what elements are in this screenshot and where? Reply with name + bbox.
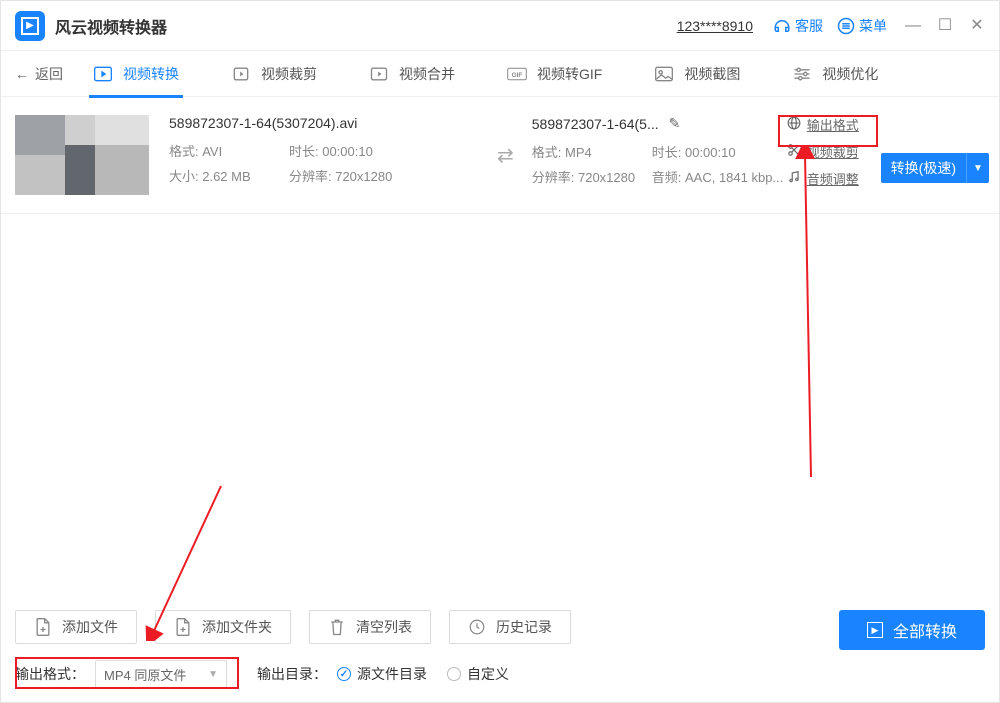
sliders-icon <box>792 65 812 83</box>
src-resolution: 分辨率: 720x1280 <box>289 166 392 185</box>
src-duration: 时长: 00:00:10 <box>289 141 373 160</box>
app-logo: ▶ <box>15 11 45 41</box>
dst-format: 格式: MP4 <box>532 142 652 161</box>
clear-list-button[interactable]: 清空列表 <box>309 610 431 644</box>
tabs-bar: ← 返回 视频转换 视频裁剪 视频合并 GIF 视频转GIF 视频截图 <box>1 51 999 97</box>
crop-link[interactable]: 视频裁剪 <box>787 142 887 161</box>
output-settings: 输出格式： MP4 同原文件 ▼ 输出目录： 源文件目录 自定义 <box>15 660 985 688</box>
out-dir-label: 输出目录： <box>257 664 327 684</box>
menu-label: 菜单 <box>859 16 887 36</box>
target-info: 589872307-1-64(5... ✎ 格式: MP4 时长: 00:00:… <box>532 115 787 192</box>
chevron-down-icon[interactable]: ▼ <box>967 163 989 174</box>
file-plus-icon <box>34 617 52 637</box>
folder-plus-icon <box>174 617 192 637</box>
headset-icon <box>773 17 791 35</box>
phone-number[interactable]: 123****8910 <box>677 18 753 34</box>
minimize-button[interactable]: — <box>905 18 921 34</box>
source-info: 589872307-1-64(5307204).avi 格式: AVI 时长: … <box>169 115 479 191</box>
src-format: 格式: AVI <box>169 141 289 160</box>
crop-icon <box>231 65 251 83</box>
history-label: 历史记录 <box>496 617 552 637</box>
history-button[interactable]: 历史记录 <box>449 610 571 644</box>
source-filename: 589872307-1-64(5307204).avi <box>169 115 479 131</box>
radio-custom-dir[interactable]: 自定义 <box>447 664 509 684</box>
back-button[interactable]: ← 返回 <box>15 64 63 84</box>
menu-icon <box>837 17 855 35</box>
out-format-select[interactable]: MP4 同原文件 ▼ <box>95 660 227 688</box>
trash-icon <box>328 617 346 637</box>
close-button[interactable]: ✕ <box>969 18 985 34</box>
tab-convert[interactable]: 视频转换 <box>93 51 179 97</box>
scissors-icon <box>787 143 801 160</box>
dst-duration: 时长: 00:00:10 <box>652 142 736 161</box>
merge-icon <box>369 65 389 83</box>
tab-label: 视频转GIF <box>537 64 602 84</box>
music-icon <box>787 170 801 187</box>
src-size: 大小: 2.62 MB <box>169 166 289 185</box>
tab-label: 视频裁剪 <box>261 64 317 84</box>
output-format-link[interactable]: 输出格式 <box>787 115 887 134</box>
audio-label: 音频调整 <box>807 169 859 188</box>
chevron-down-icon: ▼ <box>208 669 218 680</box>
convert-row-label: 转换(极速) <box>881 153 967 183</box>
support-link[interactable]: 客服 <box>773 16 823 36</box>
maximize-button[interactable]: ☐ <box>937 18 953 34</box>
play-icon <box>93 65 113 83</box>
out-format-label: 输出格式： <box>15 664 85 684</box>
tab-crop[interactable]: 视频裁剪 <box>231 51 317 97</box>
radio-empty-icon <box>447 667 461 681</box>
dst-resolution: 分辨率: 720x1280 <box>532 167 652 186</box>
radio-source-label: 源文件目录 <box>357 664 427 684</box>
edit-name-icon[interactable]: ✎ <box>669 115 681 132</box>
play-icon: ▶ <box>867 622 883 638</box>
tab-label: 视频优化 <box>822 64 878 84</box>
target-filename: 589872307-1-64(5... <box>532 116 659 132</box>
support-label: 客服 <box>795 16 823 36</box>
crop-label: 视频裁剪 <box>807 142 859 161</box>
output-format-label: 输出格式 <box>807 115 859 134</box>
output-format-icon <box>787 116 801 133</box>
footer: 添加文件 添加文件夹 清空列表 历史记录 输出格式： MP4 同原文件 ▼ 输出… <box>1 596 999 702</box>
convert-all-button[interactable]: ▶ 全部转换 <box>839 610 985 650</box>
title-bar: ▶ 风云视频转换器 123****8910 客服 菜单 — ☐ ✕ <box>1 1 999 51</box>
tab-gif[interactable]: GIF 视频转GIF <box>507 51 602 97</box>
video-thumbnail[interactable] <box>15 115 149 195</box>
radio-custom-label: 自定义 <box>467 664 509 684</box>
out-format-value: MP4 同原文件 <box>104 665 186 684</box>
shuffle-icon[interactable]: ⇄ <box>497 143 514 168</box>
radio-source-dir[interactable]: 源文件目录 <box>337 664 427 684</box>
gif-icon: GIF <box>507 65 527 83</box>
tab-label: 视频截图 <box>684 64 740 84</box>
dst-audio: 音频: AAC, 1841 kbp... <box>652 167 784 186</box>
image-icon <box>654 65 674 83</box>
clock-icon <box>468 617 486 637</box>
convert-all-label: 全部转换 <box>893 618 957 642</box>
add-file-button[interactable]: 添加文件 <box>15 610 137 644</box>
tab-merge[interactable]: 视频合并 <box>369 51 455 97</box>
back-label: 返回 <box>35 64 63 84</box>
audio-link[interactable]: 音频调整 <box>787 169 887 188</box>
convert-row-button[interactable]: 转换(极速) ▼ <box>881 153 989 183</box>
app-title: 风云视频转换器 <box>55 14 167 38</box>
row-actions: 输出格式 视频裁剪 音频调整 <box>787 115 887 188</box>
add-folder-button[interactable]: 添加文件夹 <box>155 610 291 644</box>
back-arrow-icon: ← <box>15 66 29 82</box>
clear-list-label: 清空列表 <box>356 617 412 637</box>
tab-label: 视频转换 <box>123 64 179 84</box>
tab-snapshot[interactable]: 视频截图 <box>654 51 740 97</box>
add-file-label: 添加文件 <box>62 617 118 637</box>
svg-text:GIF: GIF <box>512 71 523 78</box>
add-folder-label: 添加文件夹 <box>202 617 272 637</box>
radio-checked-icon <box>337 667 351 681</box>
tab-enhance[interactable]: 视频优化 <box>792 51 878 97</box>
menu-link[interactable]: 菜单 <box>837 16 887 36</box>
tab-label: 视频合并 <box>399 64 455 84</box>
file-row: 589872307-1-64(5307204).avi 格式: AVI 时长: … <box>1 97 999 214</box>
